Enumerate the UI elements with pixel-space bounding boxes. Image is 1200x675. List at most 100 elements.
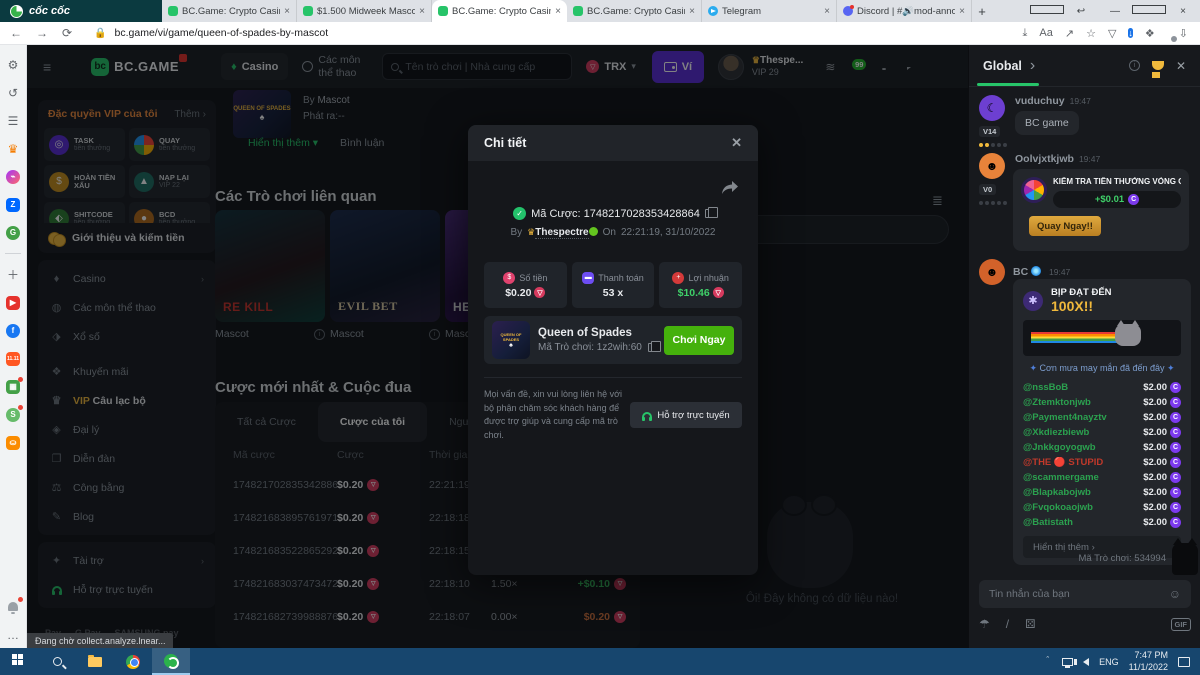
tab-close-icon[interactable]: × xyxy=(419,6,425,17)
tab-discord[interactable]: Discord | #🔊mod-announc× xyxy=(837,0,972,22)
more-dots-icon[interactable]: … xyxy=(6,627,21,642)
chat-username[interactable]: BC 19:47 xyxy=(1013,266,1070,278)
rain-card: ✱ BỊP ĐẠT ĐẾN 100X!! ✦ Cơn mưa may mắn đ… xyxy=(1013,279,1191,565)
zalo-icon[interactable]: Z xyxy=(6,197,21,212)
start-button[interactable] xyxy=(0,648,38,675)
rain-username[interactable]: @Jnkkgoyogwb xyxy=(1023,442,1096,453)
avatar[interactable]: ☻ xyxy=(979,153,1005,179)
spin-bonus-card[interactable]: KIỂM TRA TIỀN THƯỞNG VÒNG QU +$0.01 Quay… xyxy=(1013,169,1189,251)
download-active-icon[interactable]: ↓ xyxy=(1128,26,1133,40)
taskbar-clock[interactable]: 7:47 PM 11/1/2022 xyxy=(1129,650,1168,673)
sale-11-11-icon[interactable]: 11.11 xyxy=(6,351,21,366)
copy-icon[interactable] xyxy=(648,343,656,352)
forward-icon[interactable]: → xyxy=(36,26,48,40)
minimize-button[interactable]: — xyxy=(1098,6,1132,17)
share-icon[interactable]: ↗ xyxy=(1065,27,1074,40)
tab-close-icon[interactable]: × xyxy=(959,6,965,17)
rain-icon[interactable]: ☂ xyxy=(979,617,990,631)
chat-channel[interactable]: Global xyxy=(983,59,1022,73)
back-icon[interactable]: ← xyxy=(10,26,22,40)
address-text[interactable]: bc.game/vi/game/queen-of-spades-by-masco… xyxy=(115,27,1023,39)
chrome-icon[interactable] xyxy=(114,648,152,675)
game-thumbnail[interactable]: QUEEN OF SPADES♠ xyxy=(492,321,530,359)
black-cat-sticker xyxy=(1172,543,1198,575)
save-page-icon[interactable]: ⤓ xyxy=(1023,27,1028,40)
chat-input[interactable] xyxy=(989,588,1169,600)
close-button[interactable]: × xyxy=(1166,6,1200,17)
tab-close-icon[interactable]: × xyxy=(284,6,290,17)
rain-username[interactable]: @scammergame xyxy=(1023,472,1099,483)
share-bet-icon[interactable] xyxy=(722,181,738,199)
copy-icon[interactable] xyxy=(705,209,713,218)
tray-chevron-icon[interactable]: ＾ xyxy=(1043,655,1052,668)
spin-now-button[interactable]: Quay Ngay!! xyxy=(1029,216,1101,236)
live-support-button[interactable]: Hỗ trợ trực tuyến xyxy=(630,402,742,428)
avatar[interactable]: ☻ xyxy=(979,259,1005,285)
tab-bcgame-2[interactable]: BC.Game: Crypto Casino Gan× xyxy=(567,0,702,22)
crown-vip-icon[interactable]: ♛ xyxy=(6,141,21,156)
gif-icon[interactable]: GIF xyxy=(1171,618,1192,631)
rain-username[interactable]: @Payment4nayztv xyxy=(1023,412,1107,423)
coccoc-brand: cốc cốc xyxy=(0,0,162,22)
tab-mascot-promo[interactable]: $1.500 Midweek Mascot Mul× xyxy=(297,0,432,22)
play-now-button[interactable]: Chơi Ngay xyxy=(664,326,734,355)
action-center-icon[interactable] xyxy=(1178,657,1190,667)
history-icon[interactable]: ↺ xyxy=(6,85,21,100)
modal-close-icon[interactable]: ✕ xyxy=(731,135,742,151)
messenger-icon[interactable]: ⌁ xyxy=(6,169,21,184)
chat-close-icon[interactable]: ✕ xyxy=(1176,59,1186,73)
emoji-icon[interactable]: ☺ xyxy=(1169,587,1181,601)
trophy-icon[interactable] xyxy=(1152,61,1164,70)
add-shortcut-icon[interactable]: ＋ xyxy=(6,267,21,282)
translate-icon[interactable]: Aa xyxy=(1039,27,1052,39)
chat-info-icon[interactable]: i xyxy=(1129,60,1140,71)
facebook-icon[interactable]: f xyxy=(6,323,21,338)
tab-search-icon[interactable] xyxy=(1030,5,1064,17)
modal-game-title: Queen of Spades xyxy=(538,327,656,339)
taskbar-search-icon[interactable] xyxy=(38,648,76,675)
speaker-icon[interactable] xyxy=(1083,658,1089,666)
tab-close-icon[interactable]: × xyxy=(824,6,830,17)
rain-username[interactable]: @Ztemktonjwb xyxy=(1023,397,1091,408)
rain-username[interactable]: @Batistath xyxy=(1023,517,1073,528)
slash-command-icon[interactable]: / xyxy=(1006,617,1009,631)
youtube-icon[interactable]: ▶ xyxy=(6,295,21,310)
chat-message: ☾ V14 vuduchuy19:47 BC game xyxy=(979,95,1091,147)
shopee-icon[interactable]: S xyxy=(6,407,21,422)
games-gamepad-icon[interactable]: G xyxy=(6,225,21,240)
rain-username[interactable]: @THE 🔴 STUPID xyxy=(1023,457,1103,468)
rain-username[interactable]: @Blapkabojwb xyxy=(1023,487,1091,498)
dice-icon[interactable]: ⚄ xyxy=(1025,617,1035,631)
downloads-tray-icon[interactable]: ⇩ xyxy=(1179,27,1188,40)
avatar[interactable]: ☾ xyxy=(979,95,1005,121)
rain-username[interactable]: @Xkdiezbiewb xyxy=(1023,427,1089,438)
tab-telegram[interactable]: Telegram× xyxy=(702,0,837,22)
network-icon[interactable] xyxy=(1062,658,1073,666)
adblock-shield-icon[interactable]: ▽ xyxy=(1108,27,1116,40)
notification-bell-icon[interactable] xyxy=(6,599,21,614)
tab-close-icon[interactable]: × xyxy=(555,6,561,17)
tab-bcgame-1[interactable]: BC.Game: Crypto Casino Gan× xyxy=(162,0,297,22)
newsfeed-icon[interactable]: ☰ xyxy=(6,113,21,128)
file-explorer-icon[interactable] xyxy=(76,648,114,675)
maximize-button[interactable] xyxy=(1132,5,1166,17)
gift-icon[interactable]: ▦ xyxy=(6,379,21,394)
bookmark-star-icon[interactable]: ☆ xyxy=(1086,27,1096,40)
chat-header: Global › i ✕ xyxy=(969,45,1200,87)
rain-username[interactable]: @Fvqokoaojwb xyxy=(1023,502,1093,513)
extensions-icon[interactable]: ❖ xyxy=(1145,27,1155,40)
language-indicator[interactable]: ENG xyxy=(1099,657,1119,667)
reload-icon[interactable]: ⟳ xyxy=(62,26,72,40)
tab-close-icon[interactable]: × xyxy=(689,6,695,17)
bcd-coin-icon xyxy=(1170,412,1181,423)
rain-username[interactable]: @nssBoB xyxy=(1023,382,1068,393)
coccoc-taskbar-icon[interactable] xyxy=(152,648,190,675)
new-tab-button[interactable]: + xyxy=(972,0,992,22)
tab-bcgame-active[interactable]: BC.Game: Crypto Casino Gan× xyxy=(432,0,567,22)
chevron-right-icon[interactable]: › xyxy=(1030,57,1035,75)
settings-gear-icon[interactable]: ⚙ xyxy=(6,57,21,72)
player-name[interactable]: Thespectre xyxy=(535,227,588,239)
shopping-cart-icon[interactable]: ⛀ xyxy=(6,435,21,450)
restore-session-icon[interactable]: ↩ xyxy=(1064,6,1098,17)
chat-username[interactable]: vuduchuy19:47 xyxy=(1015,95,1091,107)
